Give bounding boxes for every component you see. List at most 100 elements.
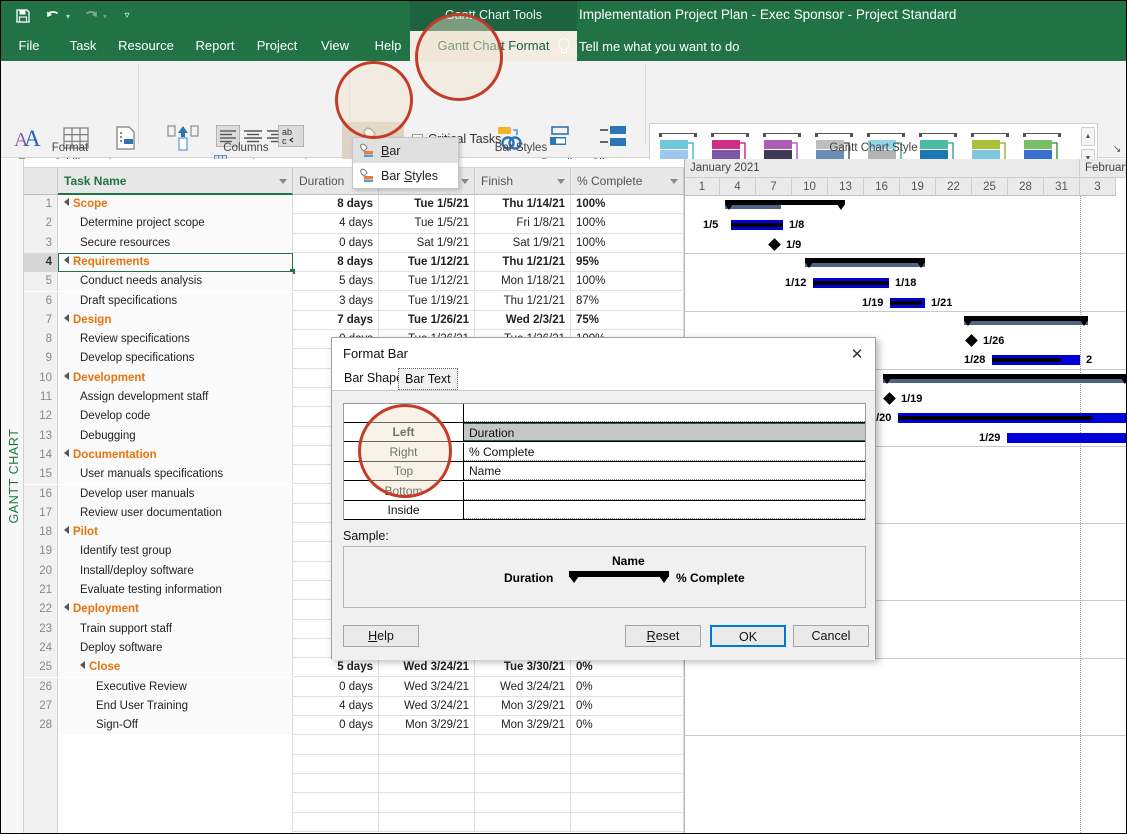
cell-start[interactable]: Wed 3/24/21 [379,658,475,677]
cell-task-name[interactable]: Identify test group [58,542,293,561]
filter-caret-icon[interactable] [557,179,565,184]
cell-start[interactable] [379,793,475,812]
bar-text-row[interactable]: TopName [344,462,865,481]
undo-icon[interactable] [43,6,63,26]
table-row-empty[interactable] [24,774,684,793]
cell-task-name[interactable]: Install/deploy software [58,562,293,581]
menu-item-bar-styles[interactable]: Bar Styles [353,163,458,188]
row-number[interactable]: 3 [24,234,58,253]
bar-text-row[interactable]: Inside [344,501,865,520]
cell-task-name[interactable]: Close [58,658,293,677]
cell-duration[interactable]: 8 days [293,195,379,214]
cell-task-name[interactable]: Develop specifications [58,349,293,368]
menu-item-bar[interactable]: Bar [353,138,458,163]
cell-task-name[interactable]: Train support staff [58,620,293,639]
cell-task-name[interactable] [58,755,293,774]
tab-report[interactable]: Report [189,31,241,61]
collapse-triangle-icon[interactable] [64,198,69,206]
cell-duration[interactable]: 5 days [293,658,379,677]
table-row[interactable]: 27End User Training4 daysWed 3/24/21Mon … [24,697,684,716]
cell-task-name[interactable]: Debugging [58,427,293,446]
bar-text-position[interactable]: Bottom [344,482,464,500]
row-number[interactable]: 27 [24,697,58,716]
cell-start[interactable]: Tue 1/19/21 [379,292,475,311]
cell-start[interactable] [379,774,475,793]
cell-start[interactable]: Tue 1/12/21 [379,253,475,272]
cell-percent-complete[interactable] [571,774,684,793]
row-number[interactable] [24,813,58,832]
cell-task-name[interactable]: Requirements [58,253,293,272]
row-number[interactable]: 12 [24,407,58,426]
collapse-triangle-icon[interactable] [64,449,69,457]
cell-task-name[interactable]: Assign development staff [58,388,293,407]
cell-task-name[interactable]: Conduct needs analysis [58,272,293,291]
cell-percent-complete[interactable]: 0% [571,716,684,735]
cell-duration[interactable]: 4 days [293,214,379,233]
collapse-triangle-icon[interactable] [80,661,85,669]
gantt-task-bar[interactable] [731,220,783,230]
gantt-task-bar[interactable] [1007,433,1127,443]
table-row[interactable]: 5Conduct needs analysis5 daysTue 1/12/21… [24,272,684,291]
cell-task-name[interactable]: Determine project scope [58,214,293,233]
bar-text-position[interactable]: Left [344,423,464,441]
cell-duration[interactable] [293,793,379,812]
cell-task-name[interactable]: Scope [58,195,293,214]
cell-start[interactable]: Wed 3/24/21 [379,697,475,716]
gantt-style-dialog-launcher-icon[interactable]: ↘ [1113,144,1124,155]
gantt-summary-bar[interactable] [805,258,925,268]
cell-task-name[interactable] [58,735,293,754]
tab-help[interactable]: Help [367,31,409,61]
cell-duration[interactable]: 0 days [293,234,379,253]
tab-project[interactable]: Project [251,31,303,61]
cell-start[interactable] [379,755,475,774]
cell-duration[interactable]: 4 days [293,697,379,716]
cell-task-name[interactable]: Develop code [58,407,293,426]
row-number[interactable]: 24 [24,639,58,658]
table-row[interactable]: 28Sign-Off0 daysMon 3/29/21Mon 3/29/210% [24,716,684,735]
cell-task-name[interactable] [58,813,293,832]
gantt-summary-bar[interactable] [964,316,1088,326]
cell-percent-complete[interactable]: 100% [571,195,684,214]
cell-percent-complete[interactable]: 100% [571,234,684,253]
row-number[interactable]: 13 [24,427,58,446]
save-icon[interactable] [13,6,33,26]
reset-button[interactable]: Reset [625,625,701,647]
cell-finish[interactable] [475,793,571,812]
table-row-empty[interactable] [24,755,684,774]
cell-finish[interactable]: Fri 1/8/21 [475,214,571,233]
row-number[interactable]: 11 [24,388,58,407]
close-icon[interactable]: ✕ [847,344,867,364]
cell-task-name[interactable]: Secure resources [58,234,293,253]
filter-caret-icon[interactable] [461,179,469,184]
row-number[interactable] [24,755,58,774]
bar-text-position[interactable]: Top [344,462,464,480]
cell-duration[interactable] [293,813,379,832]
row-number[interactable]: 26 [24,678,58,697]
table-row-empty[interactable] [24,793,684,812]
bar-text-position[interactable]: Right [344,443,464,461]
cell-start[interactable]: Tue 1/26/21 [379,311,475,330]
table-row-empty[interactable] [24,735,684,754]
cell-finish[interactable] [475,774,571,793]
row-number[interactable]: 5 [24,272,58,291]
collapse-triangle-icon[interactable] [64,372,69,380]
cell-task-name[interactable]: Review specifications [58,330,293,349]
cell-finish[interactable]: Thu 1/21/21 [475,253,571,272]
row-number[interactable]: 22 [24,600,58,619]
table-row[interactable]: 2Determine project scope4 daysTue 1/5/21… [24,214,684,233]
cell-finish[interactable]: Thu 1/14/21 [475,195,571,214]
row-number[interactable]: 19 [24,542,58,561]
row-number[interactable] [24,735,58,754]
grid-header-task-name[interactable]: Task Name [58,168,293,195]
cell-duration[interactable] [293,735,379,754]
cell-finish[interactable]: Mon 3/29/21 [475,697,571,716]
bar-text-row[interactable] [344,404,865,423]
bar-text-value[interactable] [464,482,865,500]
row-number[interactable]: 2 [24,214,58,233]
dialog-tab-bar-text[interactable]: Bar Text [398,368,458,390]
tab-resource[interactable]: Resource [111,31,181,61]
row-number[interactable]: 23 [24,620,58,639]
cell-task-name[interactable]: Deploy software [58,639,293,658]
cell-finish[interactable]: Wed 2/3/21 [475,311,571,330]
cell-percent-complete[interactable] [571,813,684,832]
